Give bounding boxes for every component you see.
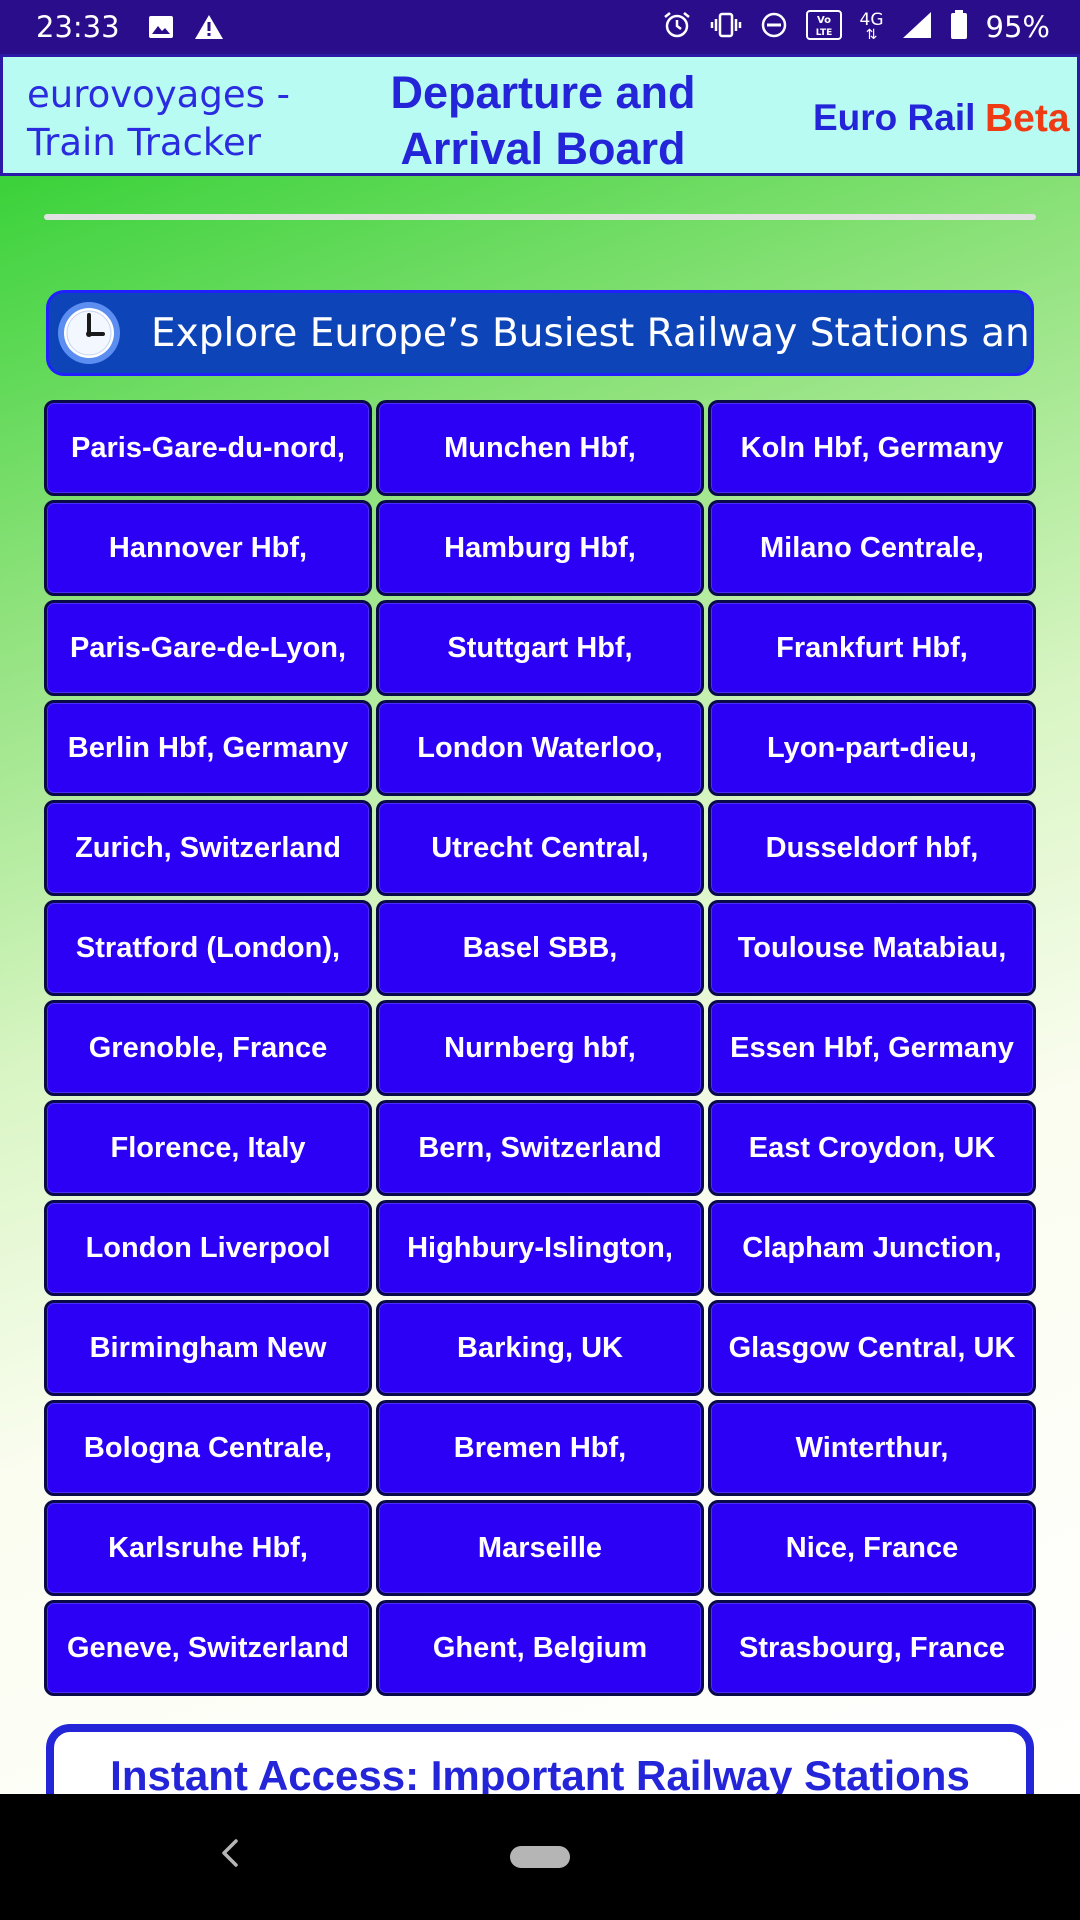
station-button[interactable]: Koln Hbf, Germany — [708, 400, 1036, 496]
station-button[interactable]: Stuttgart Hbf, — [376, 600, 704, 696]
station-button[interactable]: Basel SBB, — [376, 900, 704, 996]
explore-banner[interactable]: Explore Europe’s Busiest Railway Station… — [46, 290, 1034, 376]
status-time: 23:33 — [36, 10, 120, 44]
explore-banner-text: Explore Europe’s Busiest Railway Station… — [151, 310, 1031, 356]
station-button[interactable]: East Croydon, UK — [708, 1100, 1036, 1196]
battery-percent: 95% — [985, 10, 1050, 44]
navigation-bar — [0, 1794, 1080, 1920]
brand-logo-text[interactable]: eurovoyages - Train Tracker — [27, 71, 290, 167]
home-pill-button[interactable] — [510, 1846, 570, 1868]
station-button[interactable]: Grenoble, France — [44, 1000, 372, 1096]
station-button[interactable]: Utrecht Central, — [376, 800, 704, 896]
station-button[interactable]: Nice, France — [708, 1500, 1036, 1596]
station-button[interactable]: Clapham Junction, — [708, 1200, 1036, 1296]
do-not-disturb-icon — [760, 11, 788, 43]
station-button[interactable]: Highbury-Islington, — [376, 1200, 704, 1296]
station-button[interactable]: Frankfurt Hbf, — [708, 600, 1036, 696]
station-button[interactable]: Essen Hbf, Germany — [708, 1000, 1036, 1096]
clock-icon — [57, 301, 121, 365]
network-4g-icon: 4G ⇅ — [859, 9, 884, 43]
back-icon[interactable] — [218, 1838, 242, 1868]
station-button[interactable]: Paris-Gare-de-Lyon, — [44, 600, 372, 696]
image-icon — [148, 15, 174, 39]
alarm-icon — [662, 10, 692, 44]
station-button[interactable]: Hannover Hbf, — [44, 500, 372, 596]
station-button[interactable]: Nurnberg hbf, — [376, 1000, 704, 1096]
station-button[interactable]: London Liverpool — [44, 1200, 372, 1296]
svg-text:LTE: LTE — [815, 28, 832, 38]
station-button[interactable]: Karlsruhe Hbf, — [44, 1500, 372, 1596]
station-button[interactable]: Zurich, Switzerland — [44, 800, 372, 896]
station-grid: Paris-Gare-du-nord, Munchen Hbf, Koln Hbf,… — [44, 400, 1036, 1696]
page-title-line-2: Arrival Board — [400, 123, 686, 174]
station-button[interactable]: Barking, UK — [376, 1300, 704, 1396]
brand-line-1: eurovoyages - — [27, 73, 290, 116]
battery-icon — [950, 10, 968, 44]
station-button[interactable]: Munchen Hbf, — [376, 400, 704, 496]
station-button[interactable]: Winterthur, — [708, 1400, 1036, 1496]
page-title-line-1: Departure and — [390, 67, 696, 118]
euro-rail-link[interactable]: Euro Rail — [813, 97, 975, 139]
station-button[interactable]: Bologna Centrale, — [44, 1400, 372, 1496]
station-button[interactable]: Marseille — [376, 1500, 704, 1596]
station-button[interactable]: Toulouse Matabiau, — [708, 900, 1036, 996]
station-button[interactable]: Florence, Italy — [44, 1100, 372, 1196]
status-bar: 23:33 Vo LTE 4G ⇅ 95% — [0, 0, 1080, 54]
app-screen: 23:33 Vo LTE 4G ⇅ 95% eurovoyages - Trai… — [0, 0, 1080, 1920]
volte-icon: Vo LTE — [805, 10, 842, 44]
station-button[interactable]: Stratford (London), — [44, 900, 372, 996]
station-button[interactable]: Milano Centrale, — [708, 500, 1036, 596]
station-button[interactable]: Berlin Hbf, Germany — [44, 700, 372, 796]
station-button[interactable]: Bern, Switzerland — [376, 1100, 704, 1196]
instant-access-panel: Instant Access: Important Railway Statio… — [46, 1724, 1034, 1794]
page-title: Departure and Arrival Board — [333, 65, 753, 177]
station-button[interactable]: Strasbourg, France — [708, 1600, 1036, 1696]
station-button[interactable]: Glasgow Central, UK — [708, 1300, 1036, 1396]
vibrate-icon — [710, 11, 742, 43]
station-button[interactable]: Ghent, Belgium — [376, 1600, 704, 1696]
instant-access-title: Instant Access: Important Railway Statio… — [110, 1752, 970, 1794]
station-button[interactable]: Lyon-part-dieu, — [708, 700, 1036, 796]
station-button[interactable]: London Waterloo, — [376, 700, 704, 796]
svg-text:Vo: Vo — [817, 15, 831, 26]
station-button[interactable]: Paris-Gare-du-nord, — [44, 400, 372, 496]
station-button[interactable]: Dusseldorf hbf, — [708, 800, 1036, 896]
station-button[interactable]: Hamburg Hbf, — [376, 500, 704, 596]
brand-line-2: Train Tracker — [27, 121, 262, 164]
divider — [44, 214, 1036, 220]
signal-icon — [902, 11, 932, 43]
status-icons-right: Vo LTE 4G ⇅ 95% — [662, 10, 1050, 44]
station-button[interactable]: Geneve, Switzerland — [44, 1600, 372, 1696]
warning-icon — [194, 14, 224, 40]
app-header: eurovoyages - Train Tracker Departure an… — [0, 54, 1080, 176]
beta-badge: Beta — [985, 97, 1070, 140]
main-content[interactable]: Explore Europe’s Busiest Railway Station… — [0, 176, 1080, 1794]
station-button[interactable]: Bremen Hbf, — [376, 1400, 704, 1496]
station-button[interactable]: Birmingham New — [44, 1300, 372, 1396]
